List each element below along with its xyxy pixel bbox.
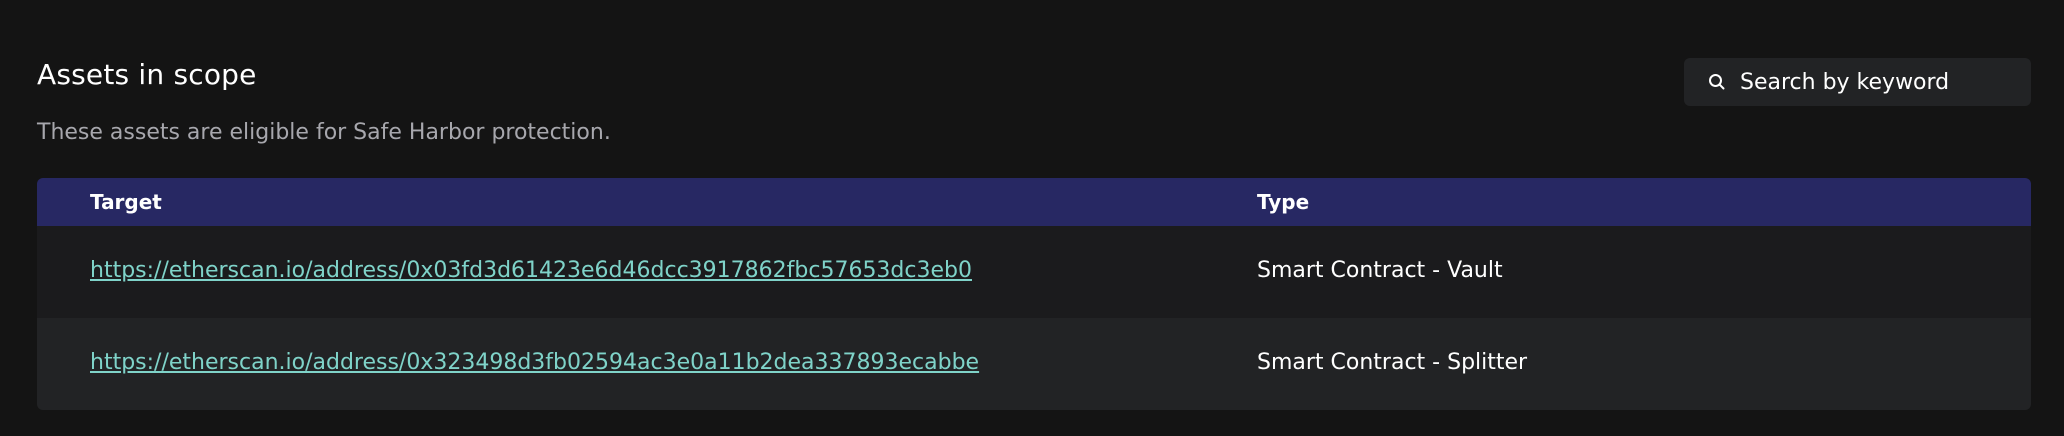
table-header: Target Type [37, 178, 2031, 226]
section-subtitle: These assets are eligible for Safe Harbo… [37, 120, 611, 145]
search-input[interactable] [1740, 58, 2020, 106]
assets-table: Target Type https://etherscan.io/address… [37, 178, 2031, 410]
search-box[interactable] [1684, 58, 2031, 106]
column-header-target: Target [90, 190, 162, 214]
asset-type: Smart Contract - Splitter [1257, 350, 1528, 375]
assets-in-scope-panel: Assets in scope These assets are eligibl… [37, 0, 2031, 436]
table-row: https://etherscan.io/address/0x03fd3d614… [37, 226, 2031, 318]
column-header-type: Type [1257, 190, 1310, 214]
section-title: Assets in scope [37, 58, 257, 91]
table-row: https://etherscan.io/address/0x323498d3f… [37, 318, 2031, 410]
target-link[interactable]: https://etherscan.io/address/0x03fd3d614… [90, 258, 972, 283]
target-link[interactable]: https://etherscan.io/address/0x323498d3f… [90, 350, 979, 375]
asset-type: Smart Contract - Vault [1257, 258, 1503, 283]
